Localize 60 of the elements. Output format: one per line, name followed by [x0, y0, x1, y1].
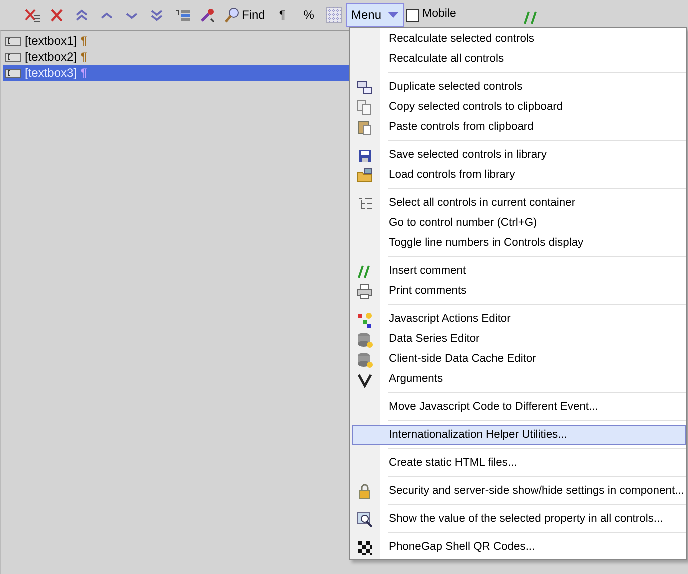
copy-icon [357, 100, 373, 116]
menu-item[interactable]: Save selected controls in library [352, 145, 686, 165]
clipboard-icon [357, 120, 373, 136]
pilcrow-mark: ¶ [81, 65, 88, 82]
magnifier-icon [357, 512, 373, 528]
menu-item[interactable]: Create static HTML files... [352, 453, 686, 473]
pilcrow-mark: ¶ [81, 49, 88, 66]
menu-item[interactable]: Go to control number (Ctrl+G) [352, 213, 686, 233]
menu-item[interactable]: Show the value of the selected property in all controls... [352, 509, 686, 529]
mobile-label: Mobile [422, 7, 456, 22]
find-button[interactable]: Find [220, 6, 270, 24]
menu-item[interactable]: Arguments [352, 369, 686, 389]
menu-item[interactable]: Insert comment [352, 261, 686, 281]
database-icon [357, 352, 373, 368]
menu-item[interactable]: Copy selected controls to clipboard [352, 97, 686, 117]
menu-item[interactable]: Print comments [352, 281, 686, 301]
delete-icon[interactable] [49, 6, 66, 24]
hierarchy-icon [357, 196, 373, 212]
checkerboard-icon [357, 540, 373, 556]
pilcrow-mark: ¶ [81, 33, 88, 50]
caret-icon [388, 12, 398, 18]
tree-item-label: [textbox2] [25, 49, 78, 66]
menu-item[interactable]: Internationalization Helper Utilities... [352, 425, 686, 445]
menu-item[interactable]: Duplicate selected controls [352, 77, 686, 97]
folder-icon [357, 168, 373, 184]
textbox-icon [5, 52, 21, 62]
mobile-checkbox[interactable] [406, 8, 418, 22]
comment-icon [357, 264, 373, 280]
dropper-icon[interactable] [199, 6, 216, 24]
search-icon [224, 7, 240, 23]
delete-list-icon[interactable] [24, 6, 41, 24]
comment-icon[interactable] [524, 11, 538, 25]
grid-icon[interactable] [326, 7, 342, 23]
duplicate-icon [357, 80, 373, 96]
textbox-icon [5, 36, 21, 46]
menu-item[interactable]: Load controls from library [352, 165, 686, 185]
menu-item[interactable]: Paste controls from clipboard [352, 117, 686, 137]
tree-item-label: [textbox3] [25, 65, 78, 82]
textbox-icon [5, 68, 21, 78]
menu-item[interactable]: Javascript Actions Editor [352, 309, 686, 329]
menu-item[interactable]: PhoneGap Shell QR Codes... [352, 537, 686, 557]
menu-item[interactable]: Recalculate all controls [352, 49, 686, 69]
tree-item[interactable]: [textbox3] ¶ [3, 65, 350, 81]
tree-item-label: [textbox1] [25, 33, 78, 50]
percent-button[interactable]: % [300, 6, 318, 24]
menu-item[interactable]: Data Series Editor [352, 329, 686, 349]
menu-item[interactable]: Security and server-side show/hide settings in component... [352, 481, 686, 501]
tree-item[interactable]: [textbox2] ¶ [3, 49, 350, 65]
menu-item[interactable]: Client-side Data Cache Editor [352, 349, 686, 369]
database-icon [357, 332, 373, 348]
menu-item[interactable]: Select all controls in current container [352, 193, 686, 213]
menu-button[interactable]: Menu [346, 3, 404, 27]
padlock-icon [357, 484, 373, 500]
pilcrow-button[interactable]: ¶ [275, 6, 290, 24]
printer-icon [357, 284, 373, 300]
tree-item[interactable]: [textbox1] ¶ [3, 33, 350, 49]
v-letter-icon [357, 372, 373, 388]
menu-item[interactable]: Toggle line numbers in Controls display [352, 233, 686, 253]
menu-item[interactable]: Move Javascript Code to Different Event... [352, 397, 686, 417]
menu-item[interactable]: Recalculate selected controls [352, 29, 686, 49]
